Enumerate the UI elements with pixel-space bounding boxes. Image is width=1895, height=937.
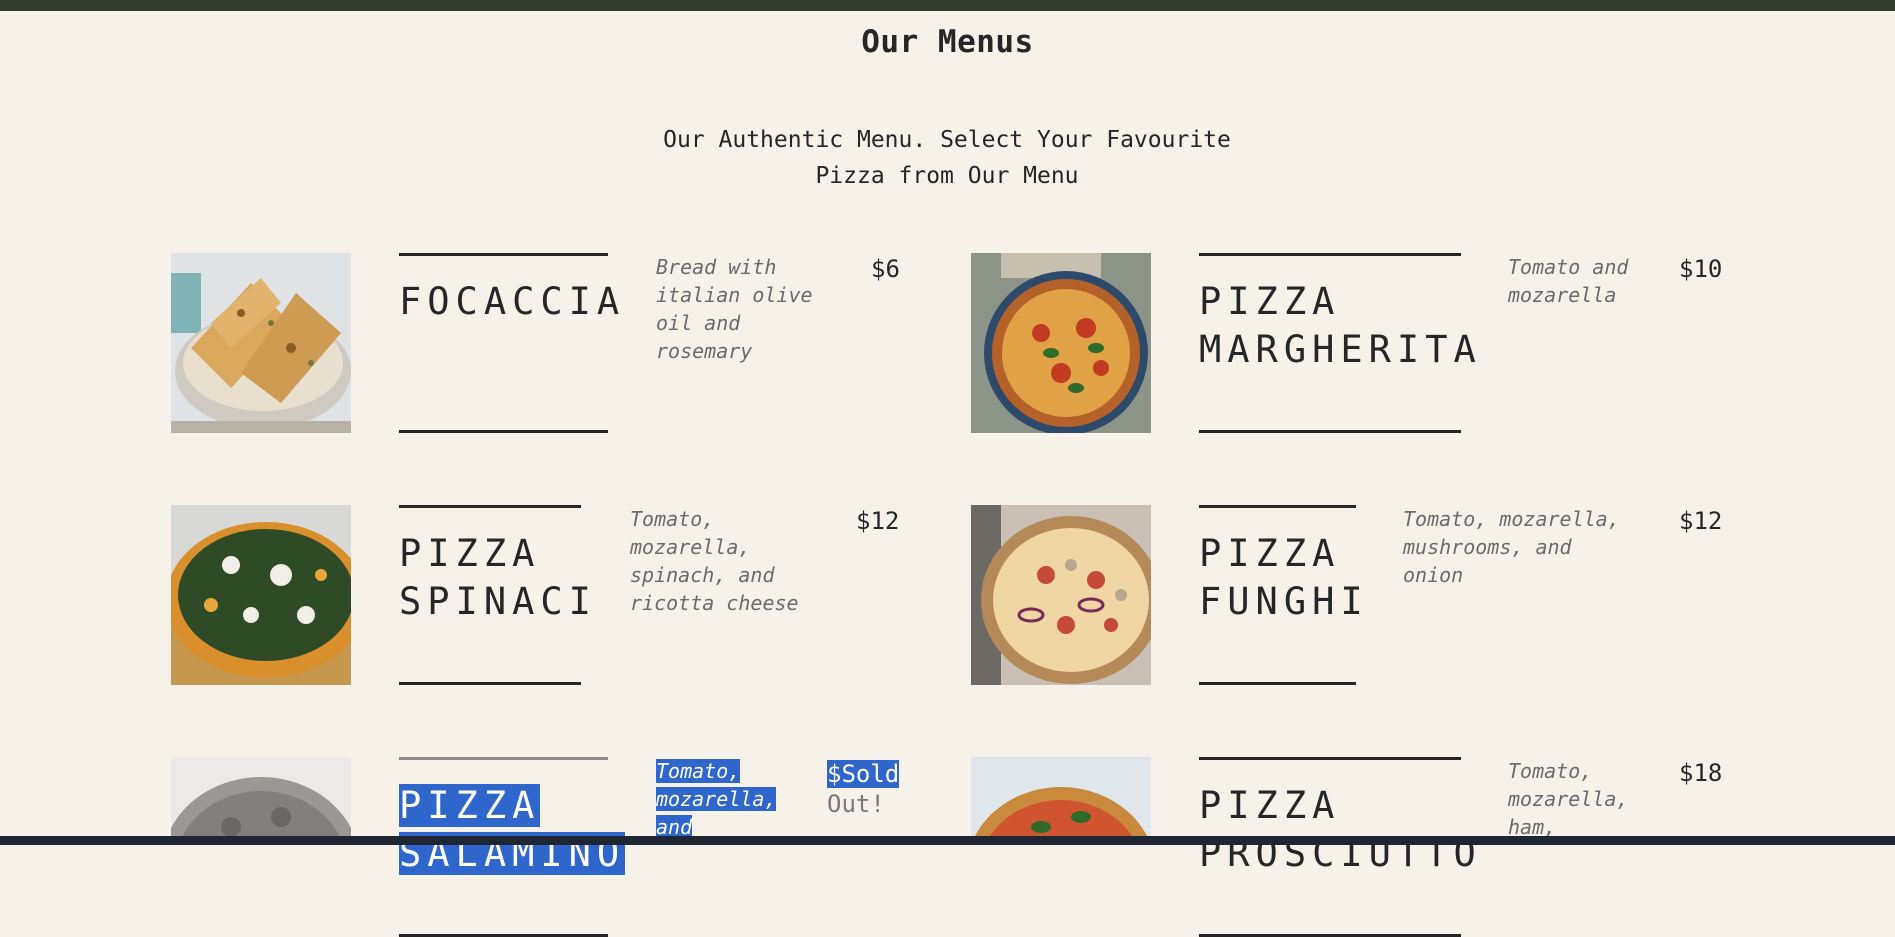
item-name: PIZZA PROSCIUTTO	[1199, 784, 1482, 875]
focaccia-photo	[171, 253, 351, 433]
item-description-selected: Tomato, mozarella, and	[656, 759, 777, 839]
spinaci-photo	[171, 505, 351, 685]
item-name-box: PIZZA SALAMINO	[399, 757, 626, 937]
item-name-box: FOCACCIA	[399, 253, 626, 433]
item-name: PIZZA SALAMINO	[399, 782, 626, 878]
item-description: Tomato, mozarella, ham,	[1508, 759, 1629, 839]
item-price: $12	[1679, 507, 1723, 535]
item-price: $10	[1679, 255, 1723, 283]
page-title: Our Menus	[861, 24, 1034, 60]
item-description: Tomato, mozarella, mushrooms, and onion	[1403, 507, 1620, 587]
salamino-photo	[171, 757, 351, 836]
item-price: $Sold Out!	[827, 759, 907, 819]
item-name-box: PIZZA PROSCIUTTO	[1199, 757, 1482, 937]
item-name-box: PIZZA MARGHERITA	[1199, 253, 1482, 433]
item-name: PIZZA SPINACI	[399, 532, 597, 623]
subtitle-line-1: Our Authentic Menu. Select Your Favourit…	[663, 127, 1231, 153]
top-bar	[0, 0, 1895, 11]
bottom-bar	[0, 836, 1895, 845]
item-name: PIZZA MARGHERITA	[1199, 280, 1482, 371]
sold-label: $Sold	[827, 760, 900, 788]
prosciutto-photo	[971, 757, 1151, 836]
margherita-photo	[971, 253, 1151, 433]
subtitle-line-2: Pizza from Our Menu	[815, 163, 1079, 189]
item-name-box: PIZZA FUNGHI	[1199, 505, 1369, 685]
item-description: Tomato, mozarella, and	[656, 757, 796, 841]
item-price: $6	[871, 255, 900, 283]
page-subtitle: Our Authentic Menu. Select Your Favourit…	[647, 122, 1247, 194]
funghi-photo	[971, 505, 1151, 685]
item-description: Tomato and mozarella	[1508, 255, 1629, 307]
item-description: Tomato, mozarella, spinach, and ricotta …	[630, 507, 799, 615]
item-name: FOCACCIA	[399, 280, 626, 323]
item-name-box: PIZZA SPINACI	[399, 505, 597, 685]
sold-out-label: Out!	[827, 790, 885, 818]
item-price: $12	[856, 507, 900, 535]
item-name-selected: PIZZA SALAMINO	[399, 784, 626, 875]
item-description: Bread with italian olive oil and rosemar…	[656, 255, 813, 363]
item-name: PIZZA FUNGHI	[1199, 532, 1369, 623]
item-price: $18	[1679, 759, 1723, 787]
